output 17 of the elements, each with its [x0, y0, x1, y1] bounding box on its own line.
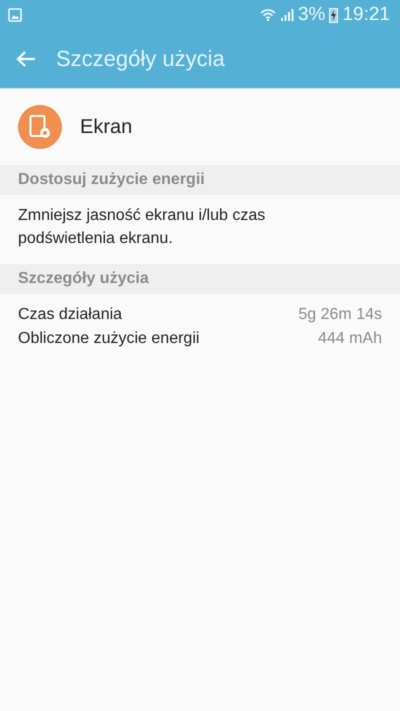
- app-name: Ekran: [80, 116, 132, 138]
- gallery-icon: [8, 8, 22, 22]
- screen-title: Szczegóły użycia: [56, 46, 225, 72]
- detail-value: 5g 26m 14s: [298, 305, 382, 325]
- back-button[interactable]: [16, 50, 36, 68]
- detail-label: Obliczone zużycie energii: [18, 329, 200, 349]
- detail-label: Czas działania: [18, 305, 122, 325]
- battery-charging-icon: [329, 7, 338, 23]
- clock-time: 19:21: [342, 4, 390, 26]
- tip-text: Zmniejsz jasność ekranu i/lub czas podświetlenia ekranu.: [17, 206, 266, 249]
- detail-value: 444 mAh: [318, 329, 382, 349]
- battery-percent: 3%: [298, 4, 326, 26]
- signal-icon: [280, 8, 294, 22]
- section-header: Szczegóły użycia: [0, 264, 400, 294]
- section-header: Dostosuj zużycie energii: [0, 165, 400, 195]
- wifi-icon: [260, 7, 276, 23]
- screen-settings-icon: [18, 105, 62, 149]
